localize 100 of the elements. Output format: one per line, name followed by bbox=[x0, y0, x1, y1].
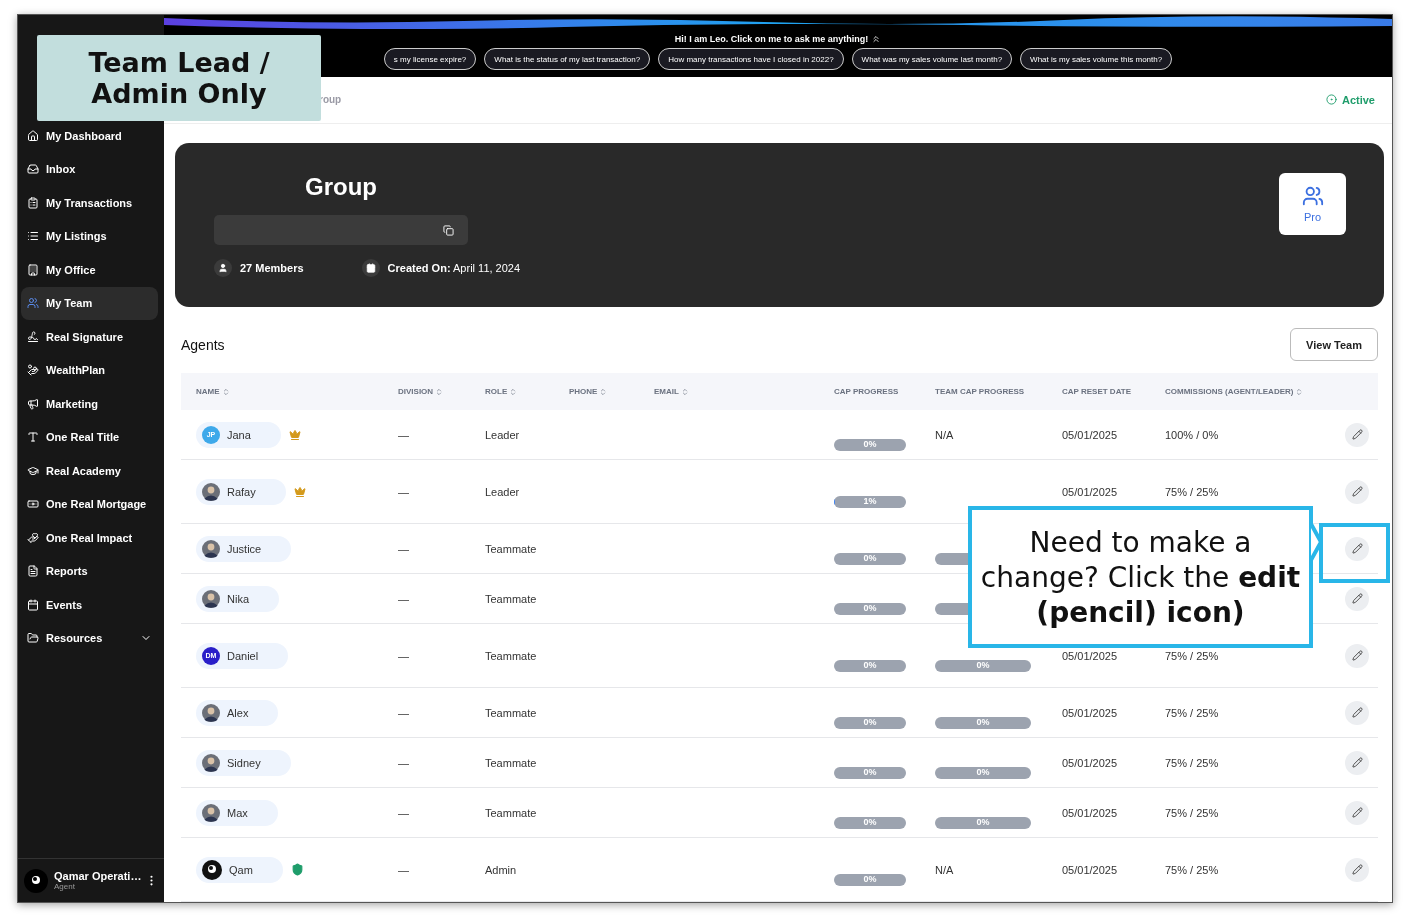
table-cell-text: — bbox=[398, 542, 410, 555]
table-cell-text: Leader bbox=[485, 428, 521, 441]
sidebar-item[interactable]: One Real Title bbox=[21, 420, 158, 454]
pencil-icon bbox=[1351, 650, 1363, 661]
suggestion-chip[interactable]: s my license expire? bbox=[383, 48, 477, 70]
table-cell-text: 75% / 25% bbox=[1165, 863, 1220, 876]
agent-chip[interactable]: Justice bbox=[196, 535, 292, 562]
sidebar-item[interactable]: Reports bbox=[21, 554, 158, 588]
nav-icon bbox=[27, 129, 39, 142]
progress-label: 0% bbox=[863, 440, 877, 449]
highlight-frame bbox=[1319, 523, 1390, 583]
suggestion-chip[interactable]: What is the status of my last transaction? bbox=[484, 48, 651, 70]
sort-icon bbox=[435, 387, 444, 396]
edit-button[interactable] bbox=[1345, 422, 1369, 447]
sidebar-item[interactable]: Resources bbox=[21, 621, 158, 655]
view-team-button[interactable]: View Team bbox=[1290, 328, 1378, 361]
edit-button[interactable] bbox=[1345, 536, 1369, 561]
table-cell-text: 05/01/2025 bbox=[1062, 485, 1119, 498]
sidebar-item[interactable]: Events bbox=[21, 588, 158, 622]
sort-icon bbox=[221, 387, 230, 396]
suggestion-chip[interactable]: How many transactions have I closed in 2022? bbox=[658, 48, 844, 70]
progress-label: 0% bbox=[976, 818, 990, 827]
pencil-icon bbox=[1351, 807, 1363, 818]
edit-button[interactable] bbox=[1345, 800, 1369, 825]
user-avatar bbox=[24, 868, 48, 893]
nav-icon bbox=[27, 163, 39, 176]
users-icon bbox=[1301, 185, 1324, 207]
pencil-icon bbox=[1351, 543, 1363, 554]
agent-chip[interactable]: Sidney bbox=[196, 749, 291, 776]
sidebar-item[interactable]: My Office bbox=[21, 253, 158, 287]
sidebar-item[interactable]: WealthPlan bbox=[21, 353, 158, 387]
table-cell-text: 75% / 25% bbox=[1165, 706, 1220, 719]
nav-icon bbox=[27, 565, 39, 578]
edit-button[interactable] bbox=[1345, 700, 1369, 725]
table-cell-text: 75% / 25% bbox=[1165, 649, 1220, 662]
nav-icon bbox=[27, 531, 39, 544]
column-header[interactable]: NAME bbox=[196, 387, 398, 396]
user-name: Qamar Operati… bbox=[54, 870, 139, 882]
progress-label: 0% bbox=[863, 818, 877, 827]
edit-button[interactable] bbox=[1345, 857, 1369, 882]
progress-label: 0% bbox=[976, 768, 990, 777]
table-cell-text: 100% / 0% bbox=[1165, 428, 1220, 441]
pencil-icon bbox=[1351, 429, 1363, 440]
pencil-icon bbox=[1351, 486, 1363, 497]
sidebar-item[interactable]: Inbox bbox=[21, 152, 158, 186]
avatar-icon bbox=[202, 803, 220, 822]
sidebar-item[interactable]: My Transactions bbox=[21, 186, 158, 220]
sidebar-item[interactable]: One Real Impact bbox=[21, 521, 158, 555]
edit-button[interactable] bbox=[1345, 479, 1369, 504]
nav-icon bbox=[27, 632, 39, 645]
chevrons-up-icon bbox=[871, 34, 882, 44]
column-header[interactable]: DIVISION bbox=[398, 387, 485, 396]
section-title: Agents bbox=[181, 336, 225, 353]
pencil-icon bbox=[1351, 707, 1363, 718]
column-header[interactable]: COMMISSIONS (AGENT/LEADER) bbox=[1165, 387, 1345, 396]
edit-button[interactable] bbox=[1345, 643, 1369, 668]
edit-button[interactable] bbox=[1345, 586, 1369, 611]
sidebar-item[interactable]: Real Signature bbox=[21, 320, 158, 354]
nav-icon bbox=[27, 230, 39, 243]
edit-button[interactable] bbox=[1345, 750, 1369, 775]
table-cell-text: Teammate bbox=[485, 706, 538, 719]
plan-card[interactable]: Pro bbox=[1279, 173, 1346, 235]
table-cell-text: — bbox=[398, 863, 410, 876]
column-header[interactable]: PHONE bbox=[569, 387, 654, 396]
table-cell-text: — bbox=[398, 485, 410, 498]
agent-chip[interactable]: Max bbox=[196, 799, 278, 826]
created-date: Created On: April 11, 2024 bbox=[387, 262, 521, 274]
table-cell-text: Leader bbox=[485, 485, 521, 498]
link-field[interactable] bbox=[214, 215, 468, 245]
sidebar-item[interactable]: One Real Mortgage bbox=[21, 487, 158, 521]
status-dot-icon bbox=[1325, 94, 1337, 106]
overlay-label: Team Lead / Admin Only bbox=[37, 35, 321, 121]
table-cell-text: — bbox=[398, 649, 410, 662]
sidebar-item[interactable]: My Dashboard bbox=[21, 119, 158, 153]
pencil-icon bbox=[1351, 864, 1363, 875]
sidebar-item[interactable]: Marketing bbox=[21, 387, 158, 421]
assistant-greeting[interactable]: Hi! I am Leo. Click on me to ask me anything! bbox=[674, 34, 882, 44]
table-cell-text: 05/01/2025 bbox=[1062, 428, 1119, 441]
table-cell-text: Teammate bbox=[485, 592, 538, 605]
agent-chip[interactable]: Alex bbox=[196, 699, 279, 726]
sidebar-item[interactable]: My Listings bbox=[21, 219, 158, 253]
suggestion-chip[interactable]: What is my sales volume this month? bbox=[1020, 48, 1173, 70]
column-header[interactable]: ROLE bbox=[485, 387, 569, 396]
agent-chip[interactable]: Rafay bbox=[196, 478, 286, 505]
table-cell-text: 05/01/2025 bbox=[1062, 756, 1119, 769]
sort-icon bbox=[680, 387, 689, 396]
column-header[interactable]: EMAIL bbox=[654, 387, 834, 396]
progress-label: 0% bbox=[863, 604, 877, 613]
nav-icon bbox=[27, 297, 39, 310]
progress-label: 0% bbox=[976, 718, 990, 727]
nav-icon bbox=[27, 330, 39, 343]
sidebar-item[interactable]: Real Academy bbox=[21, 454, 158, 488]
table-cell-text: 75% / 25% bbox=[1165, 806, 1220, 819]
table-cell-text: — bbox=[398, 706, 410, 719]
agent-chip[interactable]: Nika bbox=[196, 585, 279, 612]
suggestion-chip[interactable]: What was my sales volume last month? bbox=[851, 48, 1013, 70]
agent-chip[interactable]: Qam bbox=[196, 856, 283, 883]
copy-icon[interactable] bbox=[443, 224, 454, 236]
sidebar-item[interactable]: My Team bbox=[21, 286, 158, 320]
progress-label: 0% bbox=[863, 718, 877, 727]
